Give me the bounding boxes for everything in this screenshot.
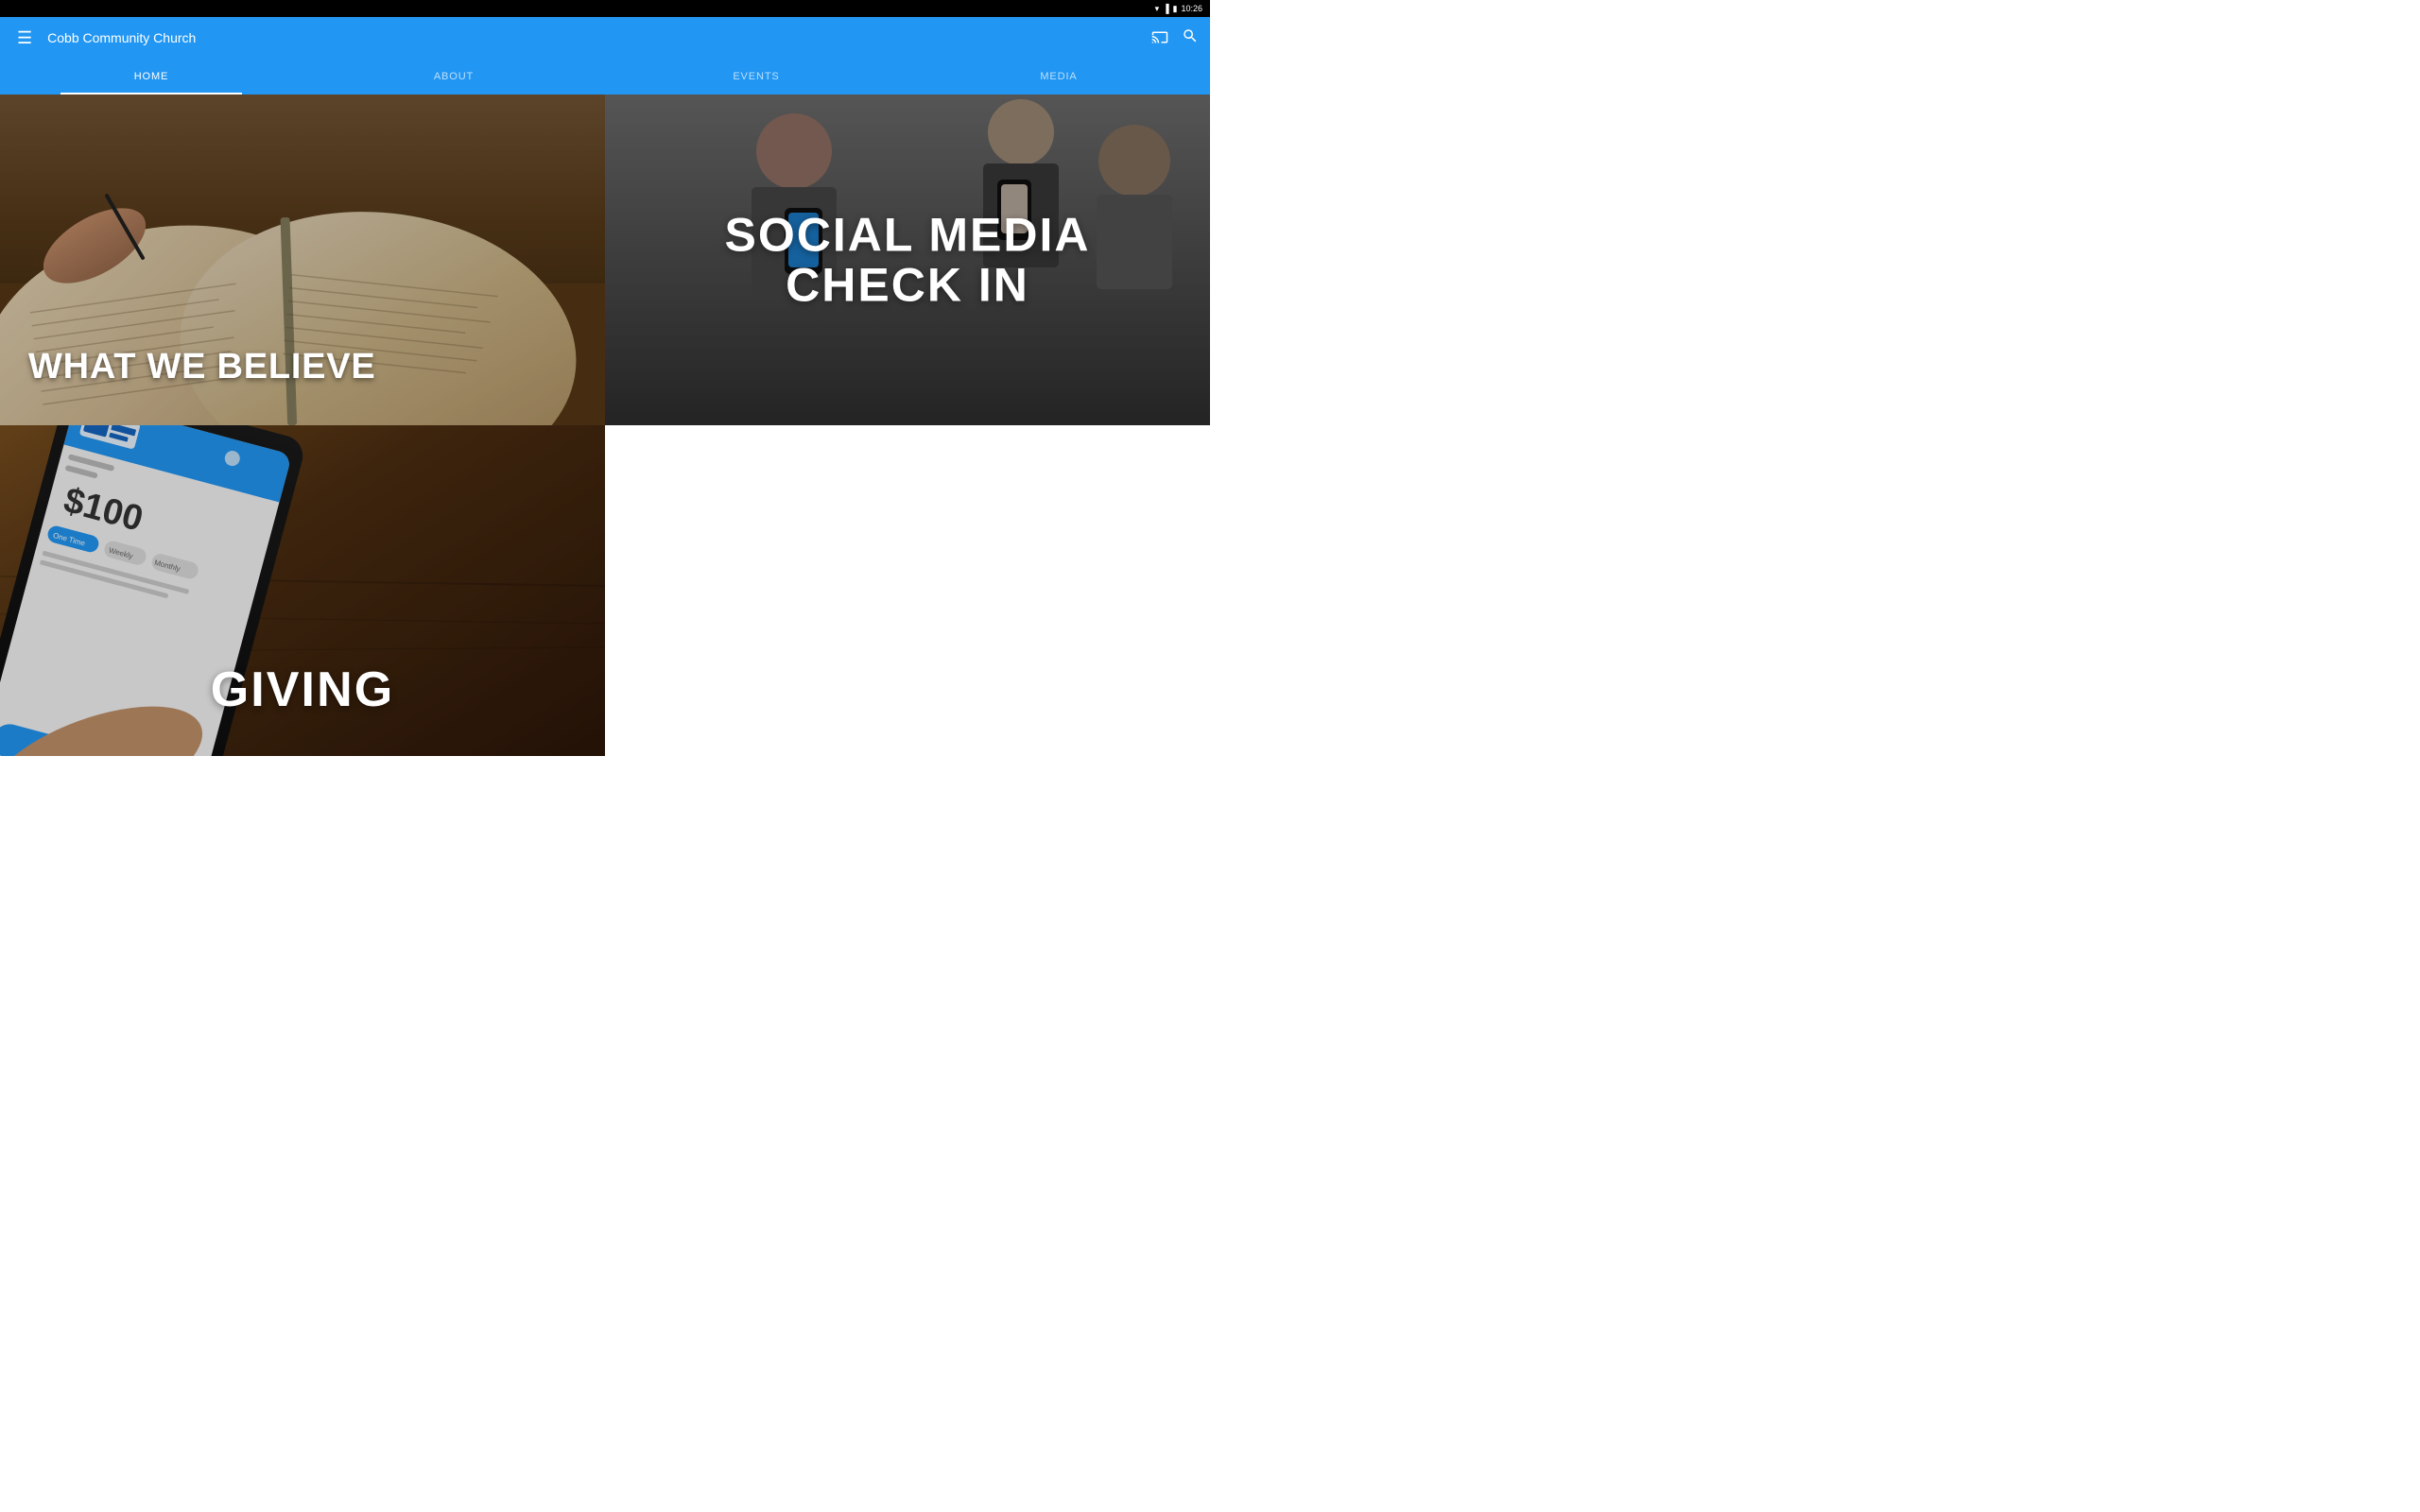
tab-about[interactable]: ABOUT [302, 59, 605, 94]
app-bar: ☰ Cobb Community Church [0, 17, 1210, 59]
nav-tabs: HOME ABOUT EVENTS MEDIA [0, 59, 1210, 94]
wifi-icon: ▾ [1155, 4, 1160, 14]
tab-home[interactable]: HOME [0, 59, 302, 94]
time-display: 10:26 [1181, 4, 1202, 13]
tile-1-label: WHAT WE BELIEVE [28, 347, 375, 387]
tab-events[interactable]: EVENTS [605, 59, 908, 94]
tile-giving[interactable]: $100 One Time Weekly Monthly GIVE [0, 425, 605, 756]
tile-3-label: GIVING [211, 662, 395, 718]
app-bar-actions [1151, 27, 1199, 49]
app-title: Cobb Community Church [47, 30, 1151, 45]
battery-icon: ▮ [1173, 4, 1178, 14]
cast-icon[interactable] [1151, 28, 1168, 48]
tile-2-label: SOCIAL MEDIA CHECK IN [725, 211, 1091, 310]
tile-social-media-check-in[interactable]: SOCIAL MEDIA CHECK IN [605, 94, 1210, 425]
tab-media[interactable]: MEDIA [908, 59, 1210, 94]
hamburger-icon[interactable]: ☰ [11, 23, 38, 54]
signal-icon: ▐ [1163, 4, 1168, 13]
status-bar: ▾ ▐ ▮ 10:26 [0, 0, 1210, 17]
tile-empty [605, 425, 1210, 756]
content-grid: WHAT WE BELIEVE [0, 94, 1210, 756]
tile-what-we-believe[interactable]: WHAT WE BELIEVE [0, 94, 605, 425]
search-icon[interactable] [1182, 27, 1199, 49]
